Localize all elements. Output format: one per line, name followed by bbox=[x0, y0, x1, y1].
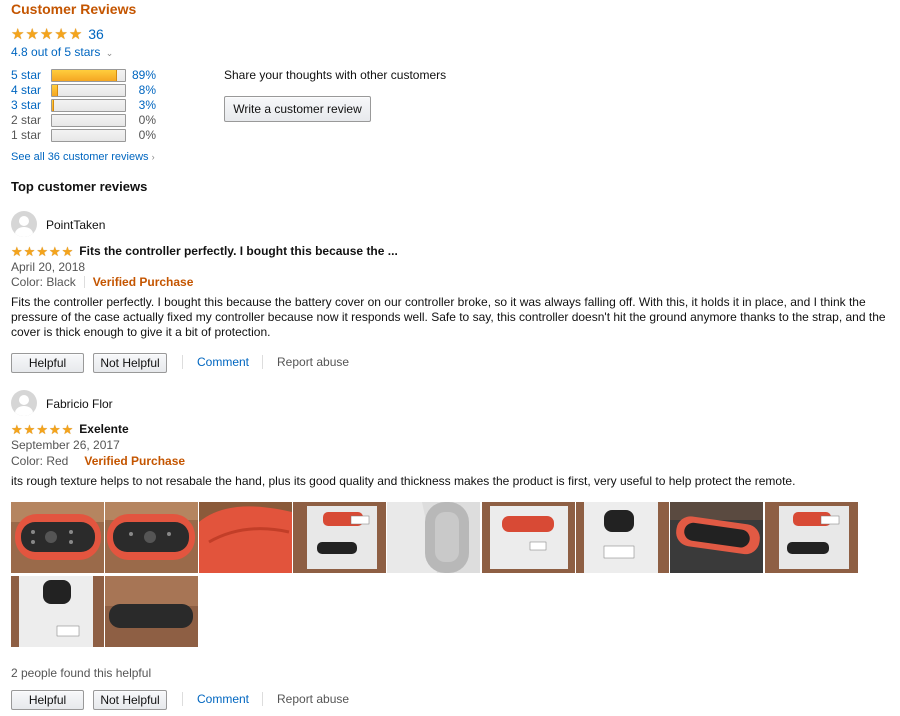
see-all-reviews-link[interactable]: See all 36 customer reviews › bbox=[11, 151, 155, 163]
review-header: ★ ★ ★ ★ ★ Exelente bbox=[11, 422, 129, 436]
histogram-percent[interactable]: 8% bbox=[130, 83, 156, 97]
star-icon: ★ bbox=[68, 25, 83, 43]
histogram-row[interactable]: 3 star 3% bbox=[11, 98, 156, 112]
histogram-star-label[interactable]: 3 star bbox=[11, 98, 51, 112]
star-icon: ★ bbox=[11, 243, 23, 259]
histogram-star-label: 2 star bbox=[11, 113, 42, 127]
divider bbox=[83, 276, 85, 288]
star-icon: ★ bbox=[11, 421, 23, 437]
divider bbox=[262, 355, 263, 369]
see-all-label: See all 36 customer reviews bbox=[11, 151, 149, 163]
star-icon: ★ bbox=[11, 25, 25, 43]
review-count-link[interactable]: 36 bbox=[88, 26, 104, 42]
verified-purchase-badge: Verified Purchase bbox=[92, 275, 194, 289]
divider bbox=[262, 692, 263, 706]
review-image-thumbnail[interactable] bbox=[576, 502, 669, 573]
default-avatar-icon bbox=[11, 211, 37, 237]
review-image-thumbnail[interactable] bbox=[765, 502, 858, 573]
review-header: ★ ★ ★ ★ ★ Fits the controller perfectly.… bbox=[11, 244, 398, 258]
histogram-percent: 0% bbox=[138, 113, 156, 127]
histogram-bar bbox=[51, 128, 126, 142]
review-meta: Color: Black Verified Purchase bbox=[11, 275, 193, 289]
helpful-button[interactable]: Helpful bbox=[11, 353, 84, 373]
share-prompt: Share your thoughts with other customers bbox=[224, 68, 447, 82]
review-author[interactable]: PointTaken bbox=[46, 218, 105, 232]
review-image-thumbnail[interactable] bbox=[105, 576, 198, 647]
star-icon: ★ bbox=[23, 421, 36, 437]
star-icon: ★ bbox=[23, 243, 36, 259]
write-review-button[interactable]: Write a customer review bbox=[224, 96, 371, 122]
histogram-bar-fill bbox=[52, 99, 55, 111]
histogram-bar-fill bbox=[52, 69, 117, 81]
histogram-percent[interactable]: 3% bbox=[130, 98, 156, 112]
star-icon: ★ bbox=[48, 421, 61, 437]
report-abuse-link[interactable]: Report abuse bbox=[277, 355, 349, 369]
review-title[interactable]: Exelente bbox=[79, 422, 128, 436]
histogram-row[interactable]: 4 star 8% bbox=[11, 83, 156, 97]
star-icon: ★ bbox=[61, 243, 74, 259]
color-variant: Color: Red bbox=[11, 454, 69, 468]
histogram-percent[interactable]: 89% bbox=[130, 68, 156, 82]
default-avatar-icon bbox=[11, 390, 37, 416]
overall-rating[interactable]: ★ ★ ★ ★ ★ 36 bbox=[11, 26, 104, 42]
not-helpful-button[interactable]: Not Helpful bbox=[93, 353, 167, 373]
comment-link[interactable]: Comment bbox=[197, 692, 249, 706]
report-abuse-link[interactable]: Report abuse bbox=[277, 692, 349, 706]
star-icon: ★ bbox=[48, 243, 61, 259]
helpful-button[interactable]: Helpful bbox=[11, 690, 84, 710]
rating-stars: ★ ★ ★ ★ ★ bbox=[11, 27, 82, 42]
review-image-thumbnail[interactable] bbox=[670, 502, 763, 573]
histogram-row: 1 star 0% bbox=[11, 128, 156, 142]
rating-text: 4.8 out of 5 stars bbox=[11, 45, 101, 59]
review-stars: ★ ★ ★ ★ ★ bbox=[11, 423, 73, 436]
star-icon: ★ bbox=[61, 421, 74, 437]
chevron-right-icon: › bbox=[151, 152, 155, 162]
verified-purchase-badge: Verified Purchase bbox=[84, 454, 186, 468]
histogram-star-label: 1 star bbox=[11, 128, 42, 142]
not-helpful-button[interactable]: Not Helpful bbox=[93, 690, 167, 710]
star-icon: ★ bbox=[39, 25, 54, 43]
top-reviews-heading: Top customer reviews bbox=[11, 179, 148, 194]
review-meta: Color: Red Verified Purchase bbox=[11, 454, 185, 468]
review-image-thumbnail[interactable] bbox=[482, 502, 575, 573]
helpful-count: 2 people found this helpful bbox=[11, 666, 152, 680]
star-icon: ★ bbox=[25, 25, 39, 43]
star-icon: ★ bbox=[36, 243, 48, 259]
histogram-bar-fill bbox=[52, 84, 58, 96]
page-title: Customer Reviews bbox=[11, 1, 137, 17]
review-image-thumbnail[interactable] bbox=[293, 502, 386, 573]
histogram-star-label[interactable]: 4 star bbox=[11, 83, 51, 97]
histogram-bar[interactable] bbox=[51, 98, 126, 112]
review-body: Fits the controller perfectly. I bought … bbox=[11, 295, 886, 339]
histogram-percent: 0% bbox=[138, 128, 156, 142]
review-date: September 26, 2017 bbox=[11, 438, 120, 452]
histogram-row[interactable]: 5 star 89% bbox=[11, 68, 156, 82]
histogram-star-label[interactable]: 5 star bbox=[11, 68, 51, 82]
comment-link[interactable]: Comment bbox=[197, 355, 249, 369]
histogram-bar[interactable] bbox=[51, 83, 126, 97]
review-image-thumbnail[interactable] bbox=[11, 576, 104, 647]
rating-summary-link[interactable]: 4.8 out of 5 stars ⌄ bbox=[11, 45, 113, 59]
star-icon: ★ bbox=[54, 25, 68, 43]
review-stars: ★ ★ ★ ★ ★ bbox=[11, 245, 73, 258]
divider bbox=[182, 355, 183, 369]
review-image-thumbnail[interactable] bbox=[387, 502, 480, 573]
color-variant: Color: Black bbox=[11, 275, 76, 289]
review-image-thumbnail[interactable] bbox=[11, 502, 104, 573]
review-author[interactable]: Fabricio Flor bbox=[46, 397, 113, 411]
review-image-thumbnail[interactable] bbox=[199, 502, 292, 573]
review-title[interactable]: Fits the controller perfectly. I bought … bbox=[79, 244, 398, 258]
review-body: its rough texture helps to not resabale … bbox=[11, 474, 796, 488]
star-icon: ★ bbox=[36, 421, 48, 437]
divider bbox=[182, 692, 183, 706]
chevron-down-icon: ⌄ bbox=[105, 48, 114, 58]
review-date: April 20, 2018 bbox=[11, 260, 86, 274]
histogram-bar bbox=[51, 113, 126, 127]
histogram-row: 2 star 0% bbox=[11, 113, 156, 127]
review-image-thumbnail[interactable] bbox=[105, 502, 198, 573]
histogram-bar[interactable] bbox=[51, 68, 126, 82]
